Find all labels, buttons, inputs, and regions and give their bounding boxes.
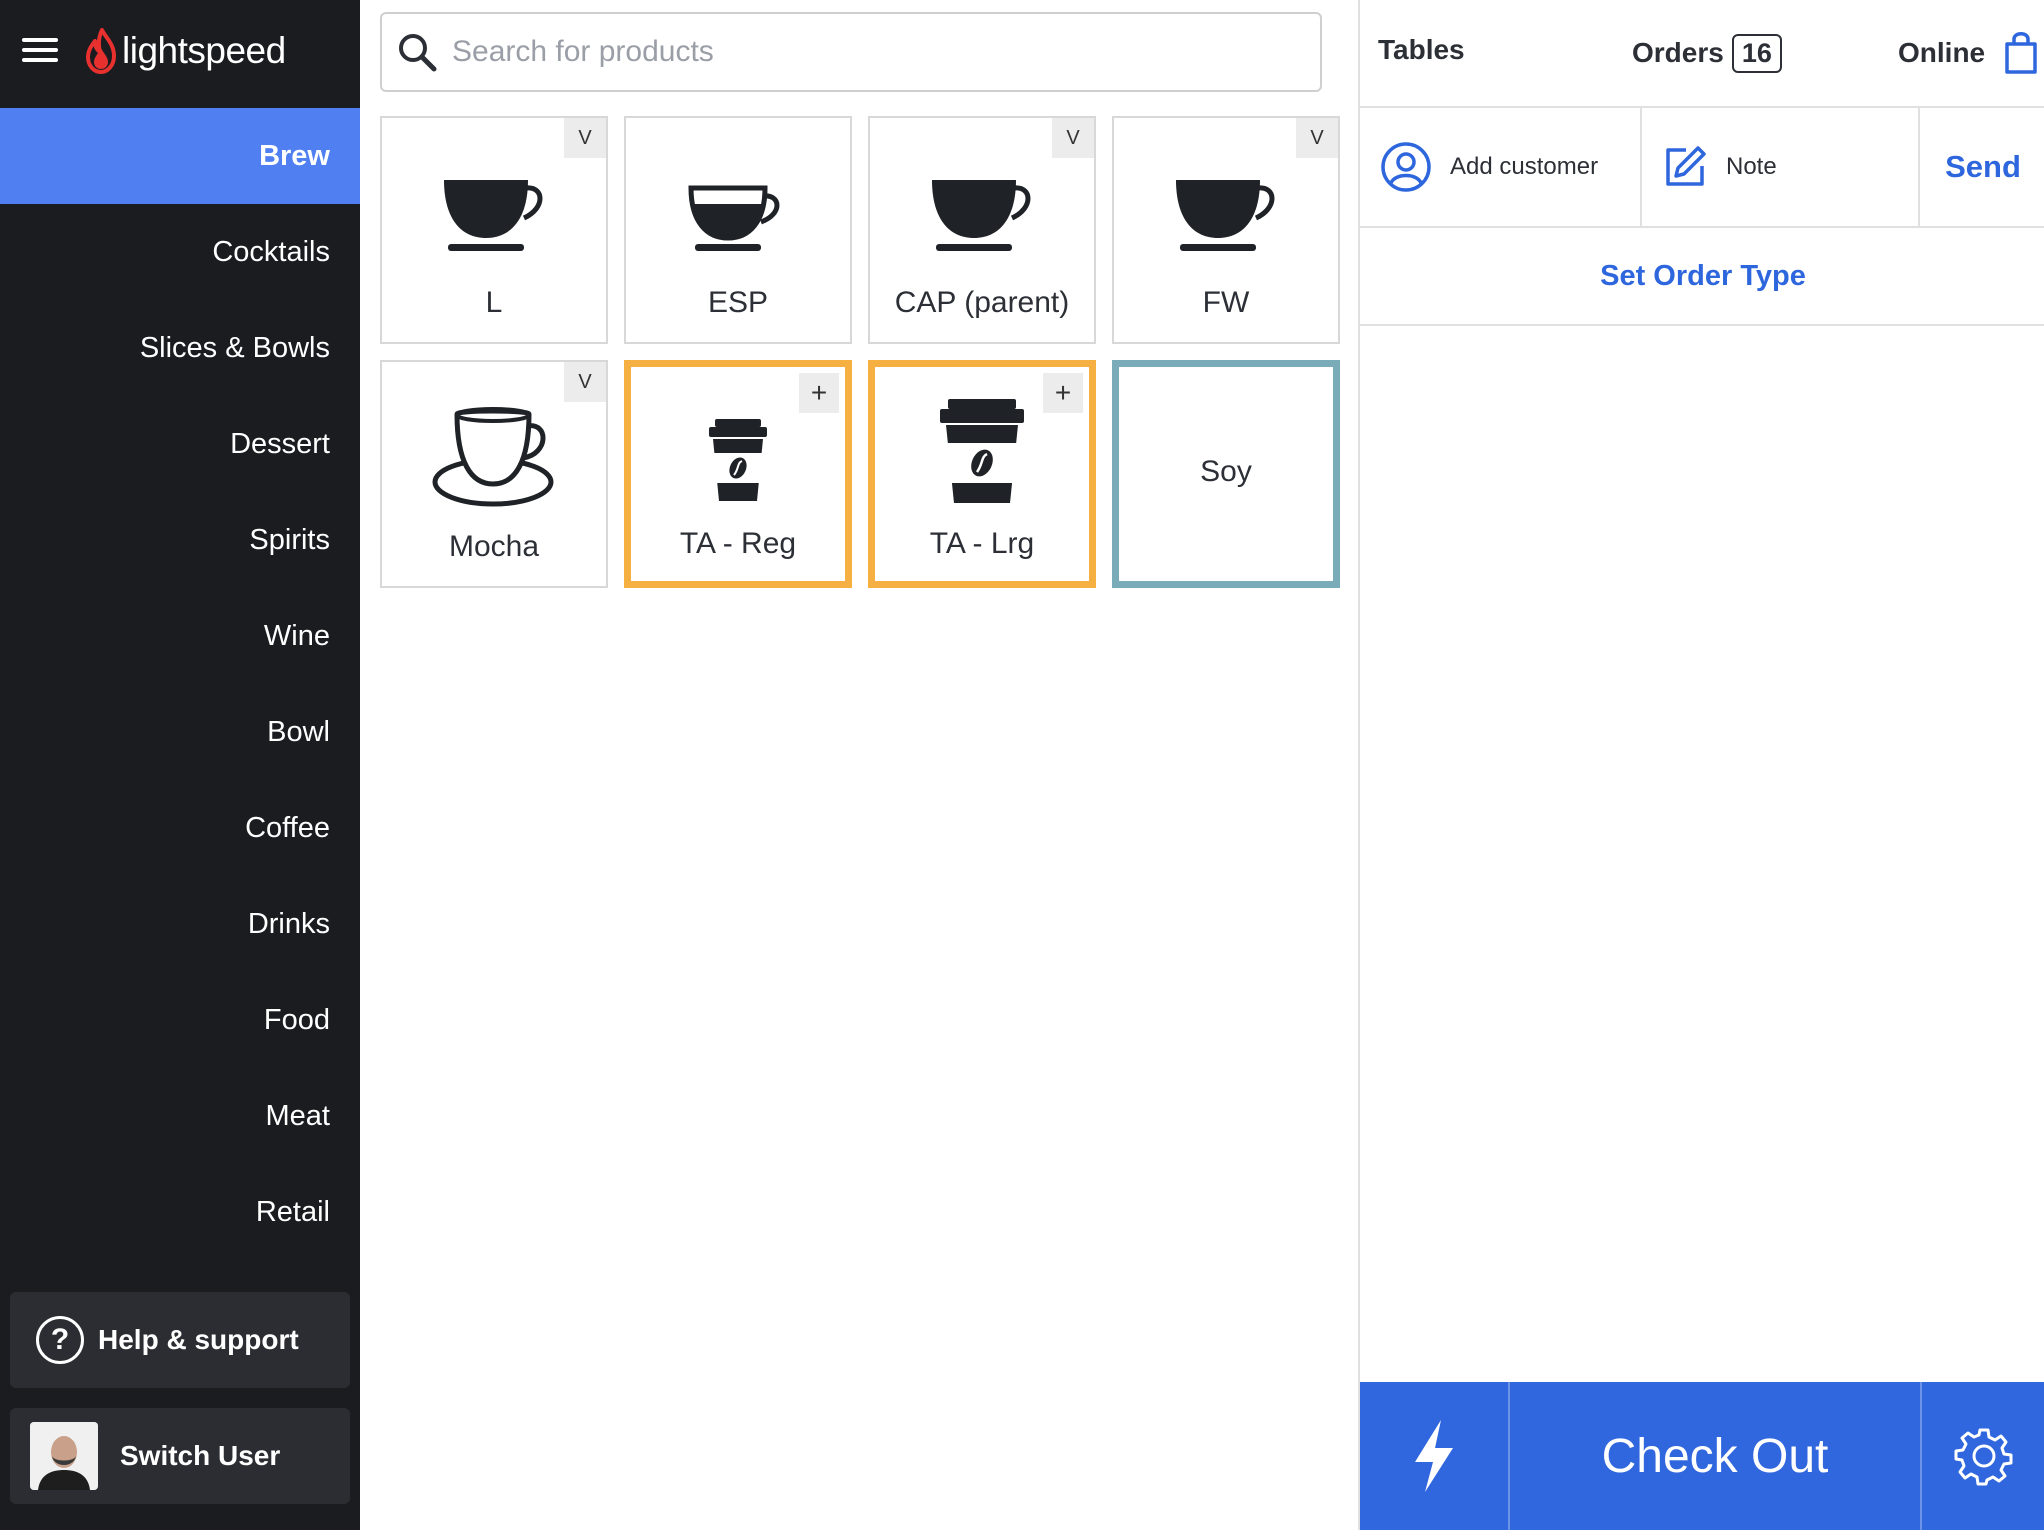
quick-pay-button[interactable] — [1360, 1382, 1510, 1530]
product-label: ESP — [707, 286, 769, 319]
sidebar-item-bowl[interactable]: Bowl — [0, 684, 360, 780]
orders-tab-label: Orders — [1632, 37, 1724, 68]
order-panel: Tables Orders 16 Online Add customer Not… — [1358, 0, 2044, 1530]
pos-app: lightspeed Brew Cocktails Slices & Bowls De… — [0, 0, 2044, 1530]
add-modifier-icon[interactable]: + — [799, 373, 839, 413]
help-support-label: Help & support — [98, 1324, 299, 1355]
product-label: Soy — [1200, 455, 1252, 488]
sidebar-item-wine[interactable]: Wine — [0, 588, 360, 684]
switch-user-button[interactable]: Switch User — [10, 1408, 350, 1504]
order-nav: Tables Orders 16 Online — [1360, 0, 2044, 108]
order-actions: Add customer Note Send — [1360, 108, 2044, 228]
sidebar-item-cocktails[interactable]: Cocktails — [0, 204, 360, 300]
sidebar-item-spirits[interactable]: Spirits — [0, 492, 360, 588]
search-input[interactable] — [452, 35, 1312, 69]
orders-tab[interactable]: Orders 16 — [1632, 34, 1782, 73]
cup-icon — [444, 180, 543, 251]
brand-logo: lightspeed — [84, 28, 286, 74]
takeaway-cup-large-icon — [940, 399, 1024, 503]
product-tile-mocha[interactable]: V Mocha — [380, 360, 608, 588]
product-tile-ta-lrg[interactable]: + TA - Lrg — [868, 360, 1096, 588]
hamburger-menu-icon[interactable] — [22, 34, 60, 66]
category-list: Brew Cocktails Slices & Bowls Dessert Spirit… — [0, 108, 360, 1260]
variant-badge[interactable]: V — [1052, 118, 1094, 158]
product-tile-cap[interactable]: V CAP (parent) — [868, 116, 1096, 344]
user-circle-icon — [1381, 142, 1431, 192]
product-label: TA - Reg — [679, 527, 797, 560]
sidebar-item-dessert[interactable]: Dessert — [0, 396, 360, 492]
gear-icon — [1954, 1428, 2013, 1486]
variant-badge[interactable]: V — [564, 362, 606, 402]
product-tile-esp[interactable]: ESP — [624, 116, 852, 344]
cup-icon — [1176, 180, 1275, 251]
takeaway-cup-icon — [709, 419, 767, 501]
sidebar-item-brew[interactable]: Brew — [0, 108, 360, 204]
outline-cup-icon — [432, 407, 554, 507]
note-label: Note — [1726, 153, 1777, 180]
sidebar-item-slices-bowls[interactable]: Slices & Bowls — [0, 300, 360, 396]
switch-user-label: Switch User — [120, 1440, 281, 1471]
add-modifier-icon[interactable]: + — [1043, 373, 1083, 413]
send-button[interactable]: Send — [1920, 108, 2044, 226]
orders-count-badge: 16 — [1731, 34, 1782, 73]
product-label: CAP (parent) — [894, 286, 1070, 319]
product-tile-ta-reg[interactable]: + TA - Reg — [624, 360, 852, 588]
product-tile-fw[interactable]: V FW — [1112, 116, 1340, 344]
avatar — [30, 1422, 98, 1490]
lightning-icon — [1415, 1420, 1453, 1492]
product-label: TA - Lrg — [929, 527, 1035, 560]
product-tile-l[interactable]: V L — [380, 116, 608, 344]
brand-name: lightspeed — [122, 30, 286, 71]
espresso-cup-icon — [688, 185, 780, 251]
variant-badge[interactable]: V — [1296, 118, 1338, 158]
sidebar: lightspeed Brew Cocktails Slices & Bowls De… — [0, 0, 360, 1530]
shopping-bag-icon — [2005, 32, 2037, 74]
checkout-bar: Check Out — [1360, 1382, 2044, 1530]
settings-button[interactable] — [1922, 1382, 2044, 1530]
note-button[interactable]: Note — [1642, 108, 1920, 226]
cup-icon — [932, 180, 1031, 251]
online-tab[interactable]: Online — [1898, 30, 2039, 76]
product-label: FW — [1202, 286, 1250, 319]
sidebar-item-drinks[interactable]: Drinks — [0, 876, 360, 972]
product-tile-soy[interactable]: Soy — [1112, 360, 1340, 588]
sidebar-item-coffee[interactable]: Coffee — [0, 780, 360, 876]
flame-logo-icon — [86, 28, 116, 74]
help-support-button[interactable]: ? Help & support — [10, 1292, 350, 1388]
search-bar — [380, 12, 1322, 92]
tables-tab[interactable]: Tables — [1378, 34, 1465, 66]
sidebar-item-food[interactable]: Food — [0, 972, 360, 1068]
logo-bar: lightspeed — [0, 0, 360, 108]
add-customer-button[interactable]: Add customer — [1360, 108, 1642, 226]
sidebar-item-retail[interactable]: Retail — [0, 1164, 360, 1260]
add-customer-label: Add customer — [1450, 153, 1599, 180]
question-icon: ? — [36, 1316, 84, 1364]
product-label: L — [485, 286, 503, 319]
sidebar-item-meat[interactable]: Meat — [0, 1068, 360, 1164]
online-tab-label: Online — [1898, 37, 1986, 68]
checkout-button[interactable]: Check Out — [1510, 1382, 1922, 1530]
order-items-area — [1360, 326, 2044, 1382]
product-label: Mocha — [448, 530, 540, 563]
edit-note-icon — [1666, 146, 1706, 186]
search-icon — [399, 34, 437, 72]
variant-badge[interactable]: V — [564, 118, 606, 158]
set-order-type-button[interactable]: Set Order Type — [1360, 228, 2044, 326]
